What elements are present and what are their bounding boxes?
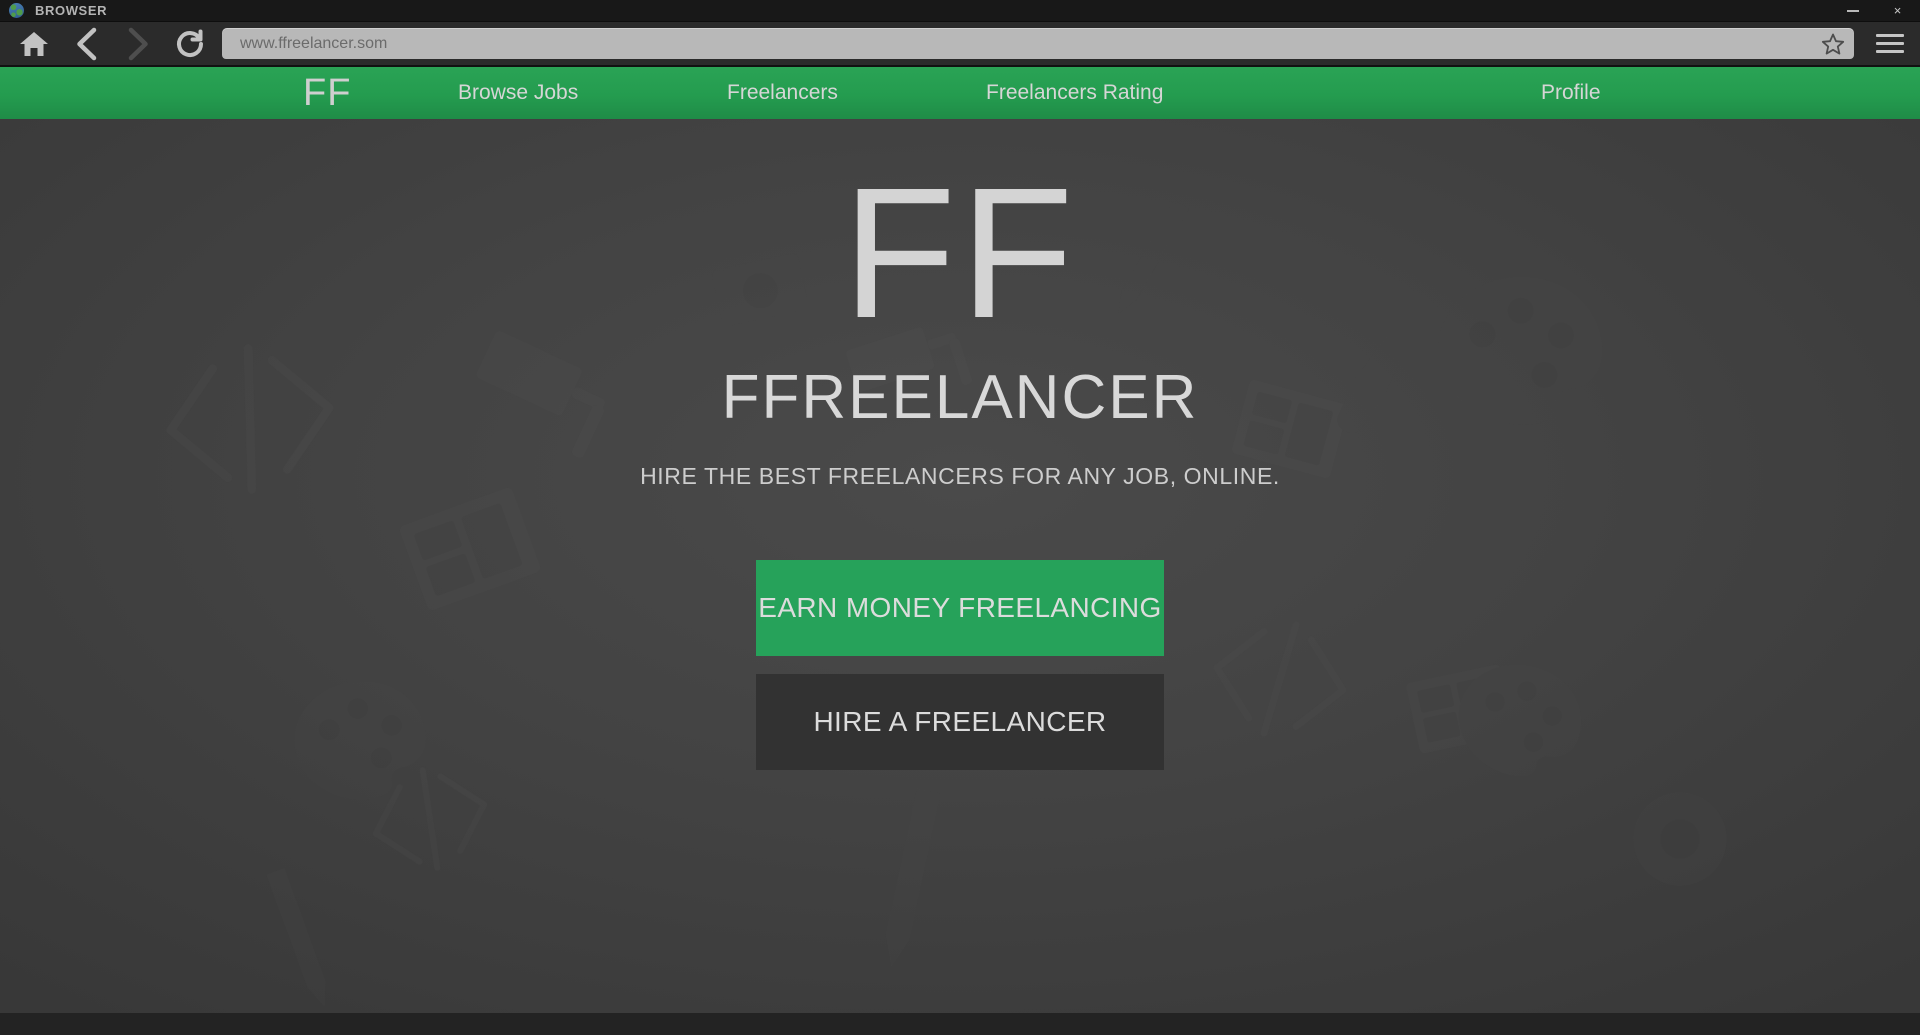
- hamburger-menu-icon-bar: [1876, 42, 1904, 45]
- reload-button[interactable]: [162, 21, 218, 66]
- reload-icon: [177, 29, 204, 57]
- site-logo[interactable]: FF: [303, 74, 351, 112]
- forward-arrow-icon: [128, 27, 148, 60]
- back-button[interactable]: [62, 21, 112, 66]
- browser-toolbar: www.ffreelancer.som: [0, 22, 1920, 67]
- globe-icon: [9, 3, 24, 18]
- url-input[interactable]: www.ffreelancer.som: [222, 35, 1812, 53]
- hero-section: FF FFREELANCER HIRE THE BEST FREELANCERS…: [0, 119, 1920, 1013]
- forward-button[interactable]: [112, 21, 162, 66]
- hire-a-freelancer-button[interactable]: HIRE A FREELANCER: [756, 673, 1164, 770]
- page-content: FF FFREELANCER HIRE THE BEST FREELANCERS…: [0, 119, 1920, 1013]
- menu-button[interactable]: [1860, 21, 1920, 66]
- back-arrow-icon: [77, 27, 97, 60]
- hero-logo: FF: [842, 150, 1078, 357]
- hero-subtitle: HIRE THE BEST FREELANCERS FOR ANY JOB, O…: [640, 462, 1280, 489]
- window-title-bar: BROWSER ×: [0, 0, 1920, 22]
- window-close-button[interactable]: ×: [1875, 0, 1920, 22]
- page-title: FFREELANCER: [721, 362, 1199, 432]
- nav-item-freelancers-rating[interactable]: Freelancers Rating: [986, 81, 1163, 105]
- bookmark-button[interactable]: [1812, 32, 1854, 56]
- window-title: BROWSER: [35, 3, 108, 18]
- home-button[interactable]: [6, 21, 62, 66]
- hamburger-menu-icon-bar: [1876, 50, 1904, 53]
- footer-bar: [0, 1013, 1920, 1035]
- nav-item-freelancers[interactable]: Freelancers: [727, 81, 838, 105]
- window-minimize-button[interactable]: [1830, 0, 1875, 22]
- site-navigation-bar: FF Browse Jobs Freelancers Freelancers R…: [0, 67, 1920, 119]
- earn-money-freelancing-button[interactable]: EARN MONEY FREELANCING: [756, 559, 1164, 656]
- home-icon: [20, 31, 48, 56]
- minimize-icon: [1846, 9, 1859, 12]
- hamburger-menu-icon-bar: [1876, 34, 1904, 37]
- nav-item-profile[interactable]: Profile: [1541, 81, 1601, 105]
- url-bar[interactable]: www.ffreelancer.som: [222, 28, 1854, 59]
- nav-item-browse-jobs[interactable]: Browse Jobs: [458, 81, 578, 105]
- star-icon: [1821, 33, 1845, 54]
- close-icon: ×: [1893, 3, 1902, 18]
